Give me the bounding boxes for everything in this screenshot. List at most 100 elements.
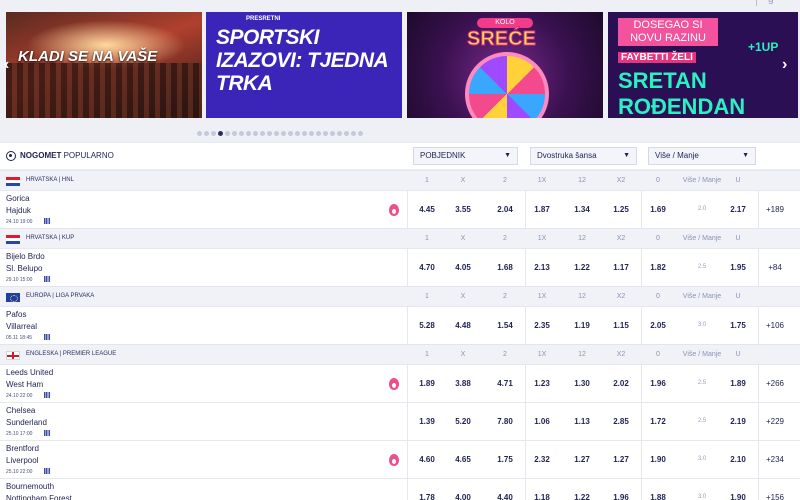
- odd-button[interactable]: 1.13: [562, 417, 602, 426]
- odd-button[interactable]: 2.35: [522, 321, 562, 330]
- odd-button[interactable]: 4.48: [443, 321, 483, 330]
- market-select-pobjednik[interactable]: POBJEDNIK ▼: [413, 147, 518, 165]
- odd-button[interactable]: 2.85: [601, 417, 641, 426]
- carousel-dot[interactable]: [358, 131, 363, 136]
- odd-button[interactable]: 2.32: [522, 455, 562, 464]
- odd-button[interactable]: 2.19: [718, 417, 758, 426]
- odd-button[interactable]: 5.20: [443, 417, 483, 426]
- away-team[interactable]: Hajduk: [6, 206, 31, 215]
- carousel-dot[interactable]: [260, 131, 265, 136]
- odd-button[interactable]: 1.89: [718, 379, 758, 388]
- carousel-dot[interactable]: [302, 131, 307, 136]
- odd-button[interactable]: 1.22: [562, 493, 602, 500]
- home-team[interactable]: Bournemouth: [6, 482, 54, 491]
- carousel-dot[interactable]: [211, 131, 216, 136]
- carousel-dot[interactable]: [316, 131, 321, 136]
- carousel-dot[interactable]: [225, 131, 230, 136]
- odd-button[interactable]: 1.96: [638, 379, 678, 388]
- market-select-vise-manje[interactable]: Više / Manje ▼: [648, 147, 756, 165]
- match-row[interactable]: Chelsea Sunderland 25.10 17:00 1.39 5.20 7.80…: [0, 402, 800, 441]
- odd-button[interactable]: 4.40: [485, 493, 525, 500]
- odd-button[interactable]: 1.17: [601, 263, 641, 272]
- more-markets-link[interactable]: +84: [760, 263, 790, 272]
- away-team[interactable]: Sl. Belupo: [6, 264, 42, 273]
- home-team[interactable]: Gorica: [6, 194, 30, 203]
- away-team[interactable]: Nottingham Forest: [6, 494, 72, 500]
- odd-button[interactable]: 1.34: [562, 205, 602, 214]
- carousel-dot[interactable]: [281, 131, 286, 136]
- carousel-dot[interactable]: [351, 131, 356, 136]
- match-row[interactable]: Pafos Villarreal 05.11 18:45 5.28 4.48 1.54 2.…: [0, 306, 800, 345]
- odd-button[interactable]: 1.68: [485, 263, 525, 272]
- odd-button[interactable]: 1.69: [638, 205, 678, 214]
- odd-button[interactable]: 1.90: [718, 493, 758, 500]
- odd-button[interactable]: 1.95: [718, 263, 758, 272]
- odd-button[interactable]: 1.72: [638, 417, 678, 426]
- carousel-dot[interactable]: [274, 131, 279, 136]
- odd-button[interactable]: 2.17: [718, 205, 758, 214]
- chevron-left-icon[interactable]: ‹: [4, 56, 9, 74]
- odd-button[interactable]: 1.22: [562, 263, 602, 272]
- banner-kladi-se[interactable]: KLADI SE NA VAŠE: [6, 12, 202, 118]
- banner-kolo-srece[interactable]: KOLO SREĆE: [407, 12, 603, 118]
- odd-button[interactable]: 3.55: [443, 205, 483, 214]
- odd-button[interactable]: 1.19: [562, 321, 602, 330]
- odd-button[interactable]: 4.71: [485, 379, 525, 388]
- odd-button[interactable]: 1.39: [407, 417, 447, 426]
- odd-button[interactable]: 1.15: [601, 321, 641, 330]
- carousel-dot[interactable]: [295, 131, 300, 136]
- odd-button[interactable]: 1.96: [601, 493, 641, 500]
- odd-button[interactable]: 4.00: [443, 493, 483, 500]
- stats-icon[interactable]: [44, 430, 50, 436]
- carousel-dot[interactable]: [253, 131, 258, 136]
- home-team[interactable]: Leeds United: [6, 368, 53, 377]
- odd-button[interactable]: 3.88: [443, 379, 483, 388]
- carousel-dot[interactable]: [204, 131, 209, 136]
- odd-button[interactable]: 5.28: [407, 321, 447, 330]
- carousel-dot[interactable]: [246, 131, 251, 136]
- odd-button[interactable]: 1.27: [562, 455, 602, 464]
- home-team[interactable]: Bijelo Brdo: [6, 252, 45, 261]
- odd-button[interactable]: 2.10: [718, 455, 758, 464]
- market-select-dvostruka[interactable]: Dvostruka šansa ▼: [530, 147, 637, 165]
- match-row[interactable]: Gorica Hajduk 24.10 19:00 4.45 3.55 2.04 1.87 1…: [0, 190, 800, 229]
- away-team[interactable]: Villarreal: [6, 322, 37, 331]
- odd-button[interactable]: 4.70: [407, 263, 447, 272]
- odd-button[interactable]: 1.75: [718, 321, 758, 330]
- more-markets-link[interactable]: +189: [760, 205, 790, 214]
- stats-icon[interactable]: [44, 218, 50, 224]
- odd-button[interactable]: 4.05: [443, 263, 483, 272]
- more-markets-link[interactable]: +156: [760, 493, 790, 500]
- home-team[interactable]: Pafos: [6, 310, 26, 319]
- match-row[interactable]: Bournemouth Nottingham Forest 1.78 4.00 4.40…: [0, 478, 800, 500]
- odd-button[interactable]: 1.25: [601, 205, 641, 214]
- match-row[interactable]: Bijelo Brdo Sl. Belupo 29.10 15:00 4.70 4.05…: [0, 248, 800, 287]
- more-markets-link[interactable]: +106: [760, 321, 790, 330]
- stats-icon[interactable]: [44, 392, 50, 398]
- carousel-dot[interactable]: [239, 131, 244, 136]
- odd-button[interactable]: 4.45: [407, 205, 447, 214]
- carousel-dot[interactable]: [218, 131, 223, 136]
- odd-button[interactable]: 1.27: [601, 455, 641, 464]
- match-row[interactable]: Brentford Liverpool 25.10 22:00 4.60 4.65 1.7…: [0, 440, 800, 479]
- carousel-dot[interactable]: [232, 131, 237, 136]
- odd-button[interactable]: 1.54: [485, 321, 525, 330]
- stats-icon[interactable]: [44, 468, 50, 474]
- more-markets-link[interactable]: +266: [760, 379, 790, 388]
- odd-button[interactable]: 7.80: [485, 417, 525, 426]
- carousel-dot[interactable]: [267, 131, 272, 136]
- odd-button[interactable]: 1.90: [638, 455, 678, 464]
- odd-button[interactable]: 4.60: [407, 455, 447, 464]
- chevron-right-icon[interactable]: ›: [782, 56, 787, 74]
- carousel-dot[interactable]: [288, 131, 293, 136]
- odd-button[interactable]: 1.06: [522, 417, 562, 426]
- odd-button[interactable]: 1.78: [407, 493, 447, 500]
- away-team[interactable]: Sunderland: [6, 418, 47, 427]
- odd-button[interactable]: 2.02: [601, 379, 641, 388]
- odd-button[interactable]: 1.87: [522, 205, 562, 214]
- stats-icon[interactable]: [44, 276, 50, 282]
- odd-button[interactable]: 1.18: [522, 493, 562, 500]
- banner-sretan-rodendan[interactable]: DOSEGAO SI NOVU RAZINU +1UP FAYBETTI ŽEL…: [608, 12, 798, 118]
- carousel-dot[interactable]: [344, 131, 349, 136]
- more-markets-link[interactable]: +234: [760, 455, 790, 464]
